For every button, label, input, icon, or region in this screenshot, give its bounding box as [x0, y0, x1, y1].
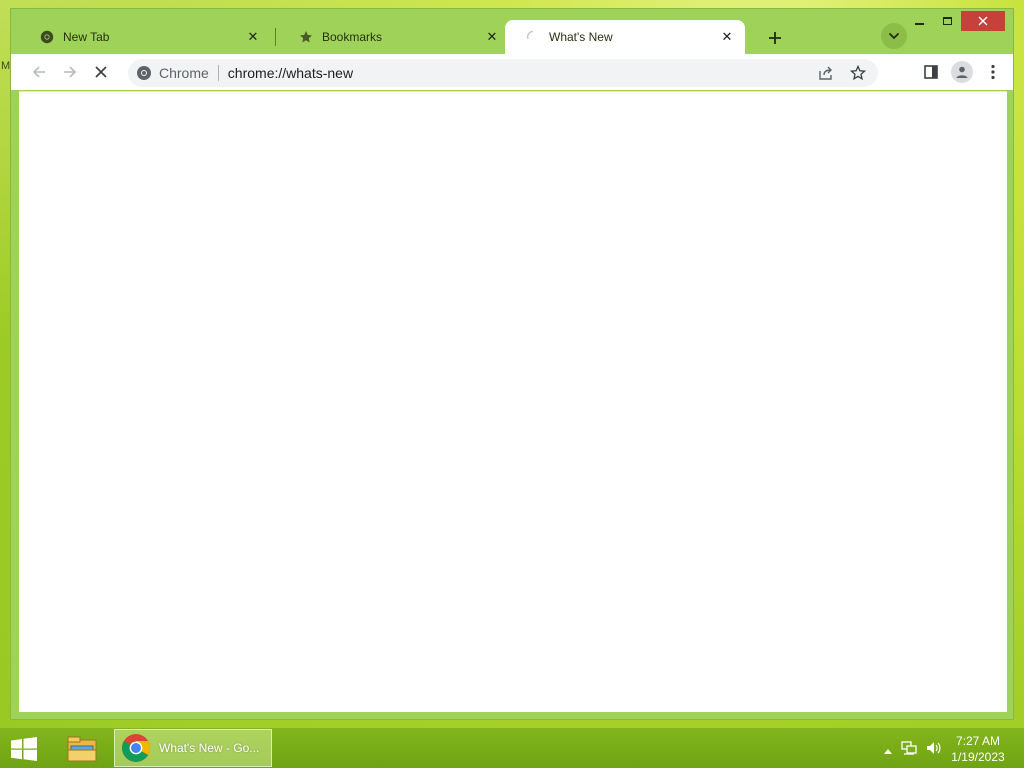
tab-search-button[interactable] — [881, 23, 907, 49]
tab-whats-new[interactable]: What's New ✕ — [505, 20, 745, 54]
speaker-icon — [927, 742, 941, 754]
clock-time: 7:27 AM — [955, 734, 1001, 748]
minimize-icon — [914, 23, 924, 25]
maximize-button[interactable] — [933, 11, 961, 31]
chrome-taskbar-button[interactable]: What's New - Go... — [114, 729, 272, 767]
page-content — [19, 91, 1007, 712]
menu-button[interactable] — [979, 58, 1007, 86]
bookmark-star-button[interactable] — [844, 59, 872, 87]
omnibox-separator — [217, 65, 219, 81]
tab-title: New Tab — [63, 30, 110, 44]
site-chip-label: Chrome — [159, 65, 209, 81]
chrome-icon — [39, 29, 55, 45]
omnibox-actions — [808, 59, 872, 87]
close-icon — [978, 16, 988, 26]
arrow-right-icon — [64, 66, 77, 78]
star-outline-icon — [850, 65, 866, 81]
tab-separator — [275, 28, 276, 46]
folder-icon — [67, 736, 97, 762]
clock-date: 1/19/2023 — [951, 750, 1005, 764]
chrome-icon — [136, 65, 152, 81]
desktop-edge-glyph: M — [1, 60, 11, 72]
taskbar-clock[interactable]: 7:27 AM 1/19/2023 — [946, 733, 1010, 765]
chrome-logo-icon — [122, 734, 150, 762]
file-explorer-taskbar-button[interactable] — [62, 732, 102, 766]
maximize-icon — [942, 17, 952, 25]
avatar — [951, 61, 973, 83]
chevron-up-icon — [884, 748, 892, 754]
share-button[interactable] — [812, 59, 840, 87]
arrow-left-icon — [32, 66, 45, 78]
tab-bookmarks[interactable]: Bookmarks ✕ — [278, 20, 510, 54]
new-tab-button[interactable] — [763, 26, 787, 50]
network-tray-button[interactable] — [901, 740, 917, 759]
close-tab-icon[interactable]: ✕ — [245, 29, 261, 45]
close-tab-icon[interactable]: ✕ — [719, 29, 735, 45]
person-icon — [956, 66, 968, 78]
side-panel-button[interactable] — [917, 58, 945, 86]
tab-title: Bookmarks — [322, 30, 383, 44]
back-button[interactable] — [25, 58, 53, 86]
windows-logo-icon — [11, 737, 37, 761]
url-text[interactable]: chrome://whats-new — [228, 65, 878, 81]
forward-button[interactable] — [56, 58, 84, 86]
show-hidden-icons-button[interactable] — [884, 743, 892, 757]
side-panel-icon — [924, 65, 938, 79]
browser-window: New Tab ✕ Bookmarks ✕ What's New ✕ Chrom… — [10, 8, 1014, 720]
close-window-button[interactable] — [961, 11, 1005, 31]
site-info-chip[interactable]: Chrome — [136, 65, 209, 81]
stop-x-icon — [95, 66, 107, 78]
system-tray — [884, 740, 942, 759]
tab-strip: New Tab ✕ Bookmarks ✕ What's New ✕ — [19, 20, 909, 54]
volume-tray-button[interactable] — [926, 740, 942, 759]
tab-new-tab[interactable]: New Tab ✕ — [19, 20, 271, 54]
star-icon — [298, 29, 314, 45]
tab-title: What's New — [549, 30, 613, 44]
minimize-button[interactable] — [905, 11, 933, 31]
browser-toolbar: Chrome chrome://whats-new — [11, 54, 1013, 90]
toolbar-right-actions — [914, 58, 1007, 86]
plus-icon — [769, 32, 781, 44]
share-icon — [819, 66, 832, 80]
window-controls — [905, 11, 1005, 31]
profile-button[interactable] — [948, 58, 976, 86]
start-button[interactable] — [10, 737, 38, 761]
taskbar-app-label: What's New - Go... — [159, 741, 260, 755]
stop-loading-button[interactable] — [87, 58, 115, 86]
kebab-menu-icon — [991, 64, 995, 80]
address-bar[interactable]: Chrome chrome://whats-new — [128, 59, 878, 87]
close-tab-icon[interactable]: ✕ — [484, 29, 500, 45]
loading-spinner-icon — [525, 29, 541, 45]
chevron-down-icon — [888, 32, 900, 40]
taskbar: What's New - Go... 7:27 AM 1/19/2023 — [0, 728, 1024, 768]
network-icon — [901, 741, 917, 755]
